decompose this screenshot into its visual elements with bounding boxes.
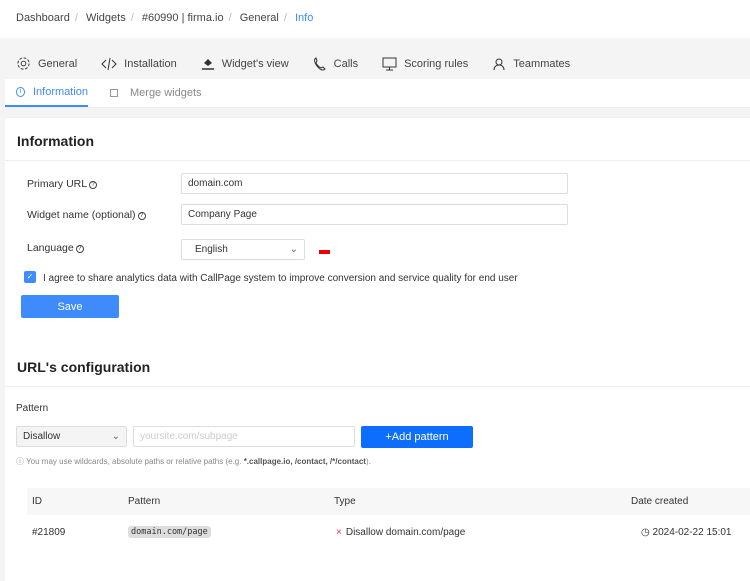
help-icon: ⓘ	[16, 457, 27, 466]
breadcrumb-general[interactable]: General	[240, 12, 279, 24]
gear-icon	[17, 57, 30, 70]
flag-icon	[319, 250, 330, 254]
help-icon: ?	[75, 245, 84, 253]
monitor-icon	[382, 57, 397, 70]
pattern-hint: ⓘ You may use wildcards, absolute paths …	[16, 457, 371, 466]
breadcrumb-widget[interactable]: #60990 | firma.io	[142, 12, 224, 24]
content-card: Information Primary URL? domain.com Widg…	[5, 117, 750, 581]
breadcrumb-info: Info	[294, 12, 314, 24]
language-label: Language?	[27, 242, 84, 254]
save-button[interactable]: Save	[21, 295, 119, 318]
nav-widgets-view[interactable]: Widget's view	[201, 56, 289, 71]
breadcrumb: Dashboard / Widgets / #60990 | firma.io / G…	[16, 12, 314, 24]
widget-name-label: Widget name (optional)?	[27, 209, 146, 221]
rule-select[interactable]: Disallow ⌄	[16, 426, 127, 447]
help-icon: ?	[89, 181, 98, 189]
nav-teammates[interactable]: Teammates	[492, 56, 570, 71]
nav-scoring-rules[interactable]: Scoring rules	[382, 56, 468, 71]
tab-merge-widgets[interactable]: Merge widgets	[110, 79, 202, 107]
consent-text: I agree to share analytics data with Cal…	[43, 273, 518, 284]
primary-url-input[interactable]: domain.com	[181, 173, 568, 194]
info-icon: i	[16, 87, 25, 97]
pattern-input[interactable]: yoursite.com/subpage	[133, 426, 355, 447]
pattern-label: Pattern	[16, 403, 49, 414]
consent-checkbox[interactable]: ✓	[24, 271, 36, 283]
chevron-down-icon: ⌄	[111, 431, 120, 442]
table-row: #21809 domain.com/page × Disallow domain.…	[32, 526, 732, 538]
top-bar: Dashboard / Widgets / #60990 | firma.io / G…	[0, 0, 750, 38]
subtabs: i Information Merge widgets	[5, 79, 750, 108]
nav-installation[interactable]: Installation	[101, 56, 177, 71]
breadcrumb-dashboard[interactable]: Dashboard	[16, 12, 70, 24]
add-pattern-button[interactable]: +Add pattern	[361, 426, 473, 448]
clock-icon: ◷	[641, 527, 650, 538]
language-select[interactable]: English ⌄	[181, 239, 305, 260]
tab-information[interactable]: i Information	[5, 79, 88, 107]
url-config-heading: URL's configuration	[17, 359, 151, 375]
disallow-x-icon: ×	[336, 527, 342, 538]
help-icon: ?	[137, 212, 146, 220]
table-header: ID Pattern Type Date created	[27, 488, 750, 515]
breadcrumb-widgets[interactable]: Widgets	[86, 12, 126, 24]
widget-name-input[interactable]: Company Page	[181, 204, 568, 225]
paint-bucket-icon	[201, 59, 214, 70]
chevron-down-icon: ⌄	[289, 244, 298, 255]
information-heading: Information	[17, 133, 94, 149]
phone-icon	[313, 56, 326, 70]
nav-calls[interactable]: Calls	[313, 56, 358, 71]
code-icon	[101, 57, 117, 70]
merge-icon	[110, 89, 118, 97]
nav-general[interactable]: General	[16, 56, 77, 71]
widget-nav: General Installation Widget's view Calls…	[16, 56, 594, 71]
primary-url-label: Primary URL?	[27, 178, 98, 190]
users-icon	[493, 58, 505, 70]
